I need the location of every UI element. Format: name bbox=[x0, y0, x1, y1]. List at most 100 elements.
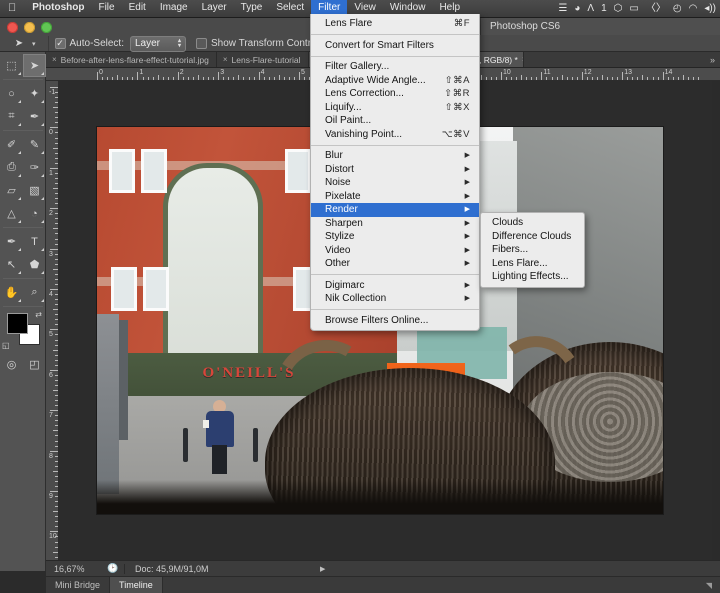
filter-menu-item-render[interactable]: Render▶ bbox=[311, 203, 479, 217]
code-icon[interactable]: 〈〉 bbox=[646, 4, 666, 14]
clone-stamp-tool[interactable]: ⎙ bbox=[0, 156, 23, 179]
filter-menu-item-digimarc[interactable]: Digimarc▶ bbox=[311, 279, 479, 293]
vertical-ruler[interactable]: -1012345678910 bbox=[46, 81, 59, 560]
filter-menu-item-lens-flare[interactable]: Lens Flare⌘F bbox=[311, 17, 479, 31]
minimize-window-button[interactable] bbox=[24, 22, 35, 33]
auto-select-checkbox[interactable]: ✓ bbox=[55, 38, 66, 49]
volume-icon[interactable]: ◂)) bbox=[704, 4, 716, 14]
filter-menu-item-video[interactable]: Video▶ bbox=[311, 244, 479, 258]
adobe-app-icon[interactable]: Λ bbox=[587, 4, 594, 14]
menubar-item-edit[interactable]: Edit bbox=[122, 0, 153, 17]
filter-menu-item-oil-paint[interactable]: Oil Paint... bbox=[311, 114, 479, 128]
pen-tool[interactable]: ✒ bbox=[0, 230, 23, 253]
render-submenu-item-fibers[interactable]: Fibers... bbox=[481, 243, 584, 257]
options-divider bbox=[48, 36, 49, 51]
timemachine-icon[interactable]: ◴ bbox=[673, 4, 682, 14]
spot-healing-brush-tool[interactable]: ✐ bbox=[0, 133, 23, 156]
swap-colors-icon[interactable]: ⇄ bbox=[35, 310, 42, 319]
history-brush-tool[interactable]: ✑ bbox=[23, 156, 46, 179]
panel-tab-timeline[interactable]: Timeline bbox=[110, 577, 163, 593]
foreground-color-swatch[interactable] bbox=[7, 313, 28, 334]
apple-icon[interactable]:  bbox=[0, 3, 25, 14]
blur-tool[interactable]: △ bbox=[0, 202, 23, 225]
filter-menu-item-pixelate[interactable]: Pixelate▶ bbox=[311, 190, 479, 204]
reset-colors-icon[interactable]: ◱ bbox=[2, 341, 10, 350]
menu-item-label: Oil Paint... bbox=[325, 114, 371, 128]
render-submenu-item-difference-clouds[interactable]: Difference Clouds bbox=[481, 230, 584, 244]
badge-count[interactable]: 1 bbox=[601, 4, 607, 14]
filter-dropdown-menu[interactable]: Lens Flare⌘F Convert for Smart Filters Fil… bbox=[310, 14, 480, 331]
render-submenu[interactable]: CloudsDifference CloudsFibers...Lens Fla… bbox=[480, 212, 585, 288]
ruler-tick bbox=[233, 77, 234, 80]
ruler-tick bbox=[55, 506, 58, 507]
auto-select-scope-dropdown[interactable]: Layer ▴▾ bbox=[130, 36, 186, 52]
brush-tool[interactable]: ✎ bbox=[23, 133, 46, 156]
filter-menu-item-liquify[interactable]: Liquify...⇧⌘X bbox=[311, 101, 479, 115]
cloud-sync-icon[interactable]: ◕ bbox=[574, 4, 580, 14]
filter-menu-item-adaptive-wide-angle[interactable]: Adaptive Wide Angle...⇧⌘A bbox=[311, 74, 479, 88]
path-selection-tool[interactable]: ↖ bbox=[0, 253, 23, 276]
dodge-tool[interactable]: ◔ bbox=[23, 202, 46, 225]
eyedropper-tool[interactable]: ✒ bbox=[23, 105, 46, 128]
zoom-window-button[interactable] bbox=[41, 22, 52, 33]
status-expand-arrow[interactable]: ▶ bbox=[314, 565, 325, 573]
wifi-icon[interactable]: ◠ bbox=[689, 4, 698, 14]
move-tool[interactable]: ➤ bbox=[23, 54, 46, 77]
ruler-label: 6 bbox=[49, 372, 53, 379]
menubar-item-image[interactable]: Image bbox=[153, 0, 195, 17]
close-tab-icon[interactable]: × bbox=[223, 55, 228, 64]
panel-tab-mini-bridge[interactable]: Mini Bridge bbox=[46, 577, 110, 593]
ruler-tick bbox=[50, 127, 58, 128]
tool-preset-caret[interactable]: ▾ bbox=[30, 40, 42, 48]
filter-menu-item-other[interactable]: Other▶ bbox=[311, 257, 479, 271]
eraser-tool[interactable]: ▱ bbox=[0, 179, 23, 202]
filter-menu-item-distort[interactable]: Distort▶ bbox=[311, 163, 479, 177]
crop-tool[interactable]: ⌗ bbox=[0, 105, 23, 128]
render-submenu-item-lighting-effects[interactable]: Lighting Effects... bbox=[481, 270, 584, 284]
ruler-tick bbox=[53, 107, 58, 108]
quick-selection-tool[interactable]: ✦ bbox=[23, 82, 46, 105]
filter-menu-item-blur[interactable]: Blur▶ bbox=[311, 149, 479, 163]
ruler-tick bbox=[112, 77, 113, 80]
filter-menu-item-convert-for-smart-filters[interactable]: Convert for Smart Filters bbox=[311, 39, 479, 53]
document-tab[interactable]: ×Before-after-lens-flare-effect-tutorial… bbox=[46, 52, 217, 67]
show-transform-checkbox[interactable] bbox=[196, 38, 207, 49]
render-submenu-item-clouds[interactable]: Clouds bbox=[481, 216, 584, 230]
ruler-label: -1 bbox=[49, 89, 55, 96]
menubar-item-photoshop[interactable]: Photoshop bbox=[25, 0, 91, 17]
type-tool[interactable]: T bbox=[23, 230, 46, 253]
menu-item-shortcut: ⇧⌘R bbox=[444, 87, 470, 101]
lasso-tool[interactable]: ○ bbox=[0, 82, 23, 105]
shape-tool[interactable]: ⬟ bbox=[23, 253, 46, 276]
menubar-item-select[interactable]: Select bbox=[269, 0, 311, 17]
menubar-item-file[interactable]: File bbox=[91, 0, 121, 17]
close-tab-icon[interactable]: × bbox=[52, 55, 57, 64]
zoom-tool[interactable]: ⌕ bbox=[23, 281, 46, 304]
filter-menu-item-stylize[interactable]: Stylize▶ bbox=[311, 230, 479, 244]
menubar-item-type[interactable]: Type bbox=[234, 0, 270, 17]
filter-menu-item-lens-correction[interactable]: Lens Correction...⇧⌘R bbox=[311, 87, 479, 101]
menu-item-label: Convert for Smart Filters bbox=[325, 39, 434, 53]
tool-grid: ⬚➤○✦⌗✒✐✎⎙✑▱▧△◔✒T↖⬟✋⌕ bbox=[0, 54, 45, 309]
tab-overflow-icon[interactable]: » bbox=[705, 52, 720, 67]
filter-menu-item-sharpen[interactable]: Sharpen▶ bbox=[311, 217, 479, 231]
menubar-item-layer[interactable]: Layer bbox=[195, 0, 234, 17]
gradient-tool[interactable]: ▧ bbox=[23, 179, 46, 202]
filter-menu-item-browse-filters-online[interactable]: Browse Filters Online... bbox=[311, 314, 479, 328]
resize-grip-icon[interactable]: ◥ bbox=[698, 577, 720, 593]
hand-tool[interactable]: ✋ bbox=[0, 281, 23, 304]
filter-menu-item-noise[interactable]: Noise▶ bbox=[311, 176, 479, 190]
airplay-icon[interactable]: ▭ bbox=[629, 4, 638, 14]
filter-menu-item-filter-gallery[interactable]: Filter Gallery... bbox=[311, 60, 479, 74]
zoom-level-field[interactable]: 16,67% bbox=[46, 564, 102, 574]
bluetooth-icon[interactable]: ⬡ bbox=[614, 4, 623, 14]
dropbox-icon[interactable]: ☰ bbox=[558, 4, 567, 14]
filter-menu-item-vanishing-point[interactable]: Vanishing Point...⌥⌘V bbox=[311, 128, 479, 142]
close-window-button[interactable] bbox=[7, 22, 18, 33]
screen-mode-button[interactable]: ◰ bbox=[23, 353, 46, 376]
render-submenu-item-lens-flare[interactable]: Lens Flare... bbox=[481, 257, 584, 271]
filter-menu-item-nik-collection[interactable]: Nik Collection▶ bbox=[311, 292, 479, 306]
document-tab[interactable]: ×Lens-Flare-tutorial bbox=[217, 52, 309, 67]
quick-mask-button[interactable]: ◎ bbox=[0, 353, 23, 376]
marquee-tool[interactable]: ⬚ bbox=[0, 54, 23, 77]
